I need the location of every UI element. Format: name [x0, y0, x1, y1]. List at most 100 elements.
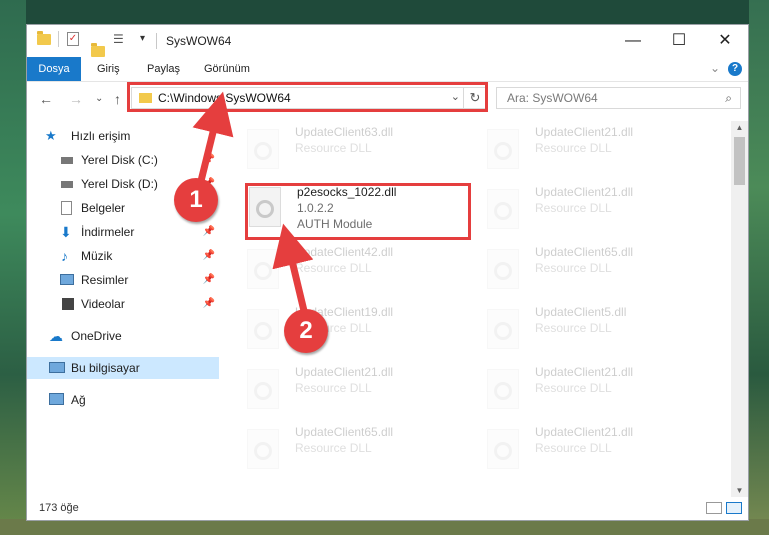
file-type: Resource DLL [295, 141, 372, 155]
dll-file-icon [487, 369, 519, 409]
ribbon-tabs: Dosya Giriş Paylaş Görünüm ⌄ ? [27, 57, 748, 82]
up-arrow-icon[interactable]: ↑ [114, 91, 121, 107]
dll-file-icon [247, 429, 279, 469]
scroll-down-icon[interactable]: ▼ [731, 486, 748, 495]
dll-file-icon [247, 369, 279, 409]
sidebar-item-local-disk-c[interactable]: Yerel Disk (C:) 📌 [27, 149, 219, 171]
list-item[interactable]: UpdateClient65.dll Resource DLL [245, 425, 465, 475]
minimize-button[interactable]: — [610, 25, 656, 57]
pin-icon[interactable]: 📌 [203, 245, 215, 267]
dll-file-icon [247, 249, 279, 289]
sidebar-item-this-pc[interactable]: Bu bilgisayar [27, 357, 219, 379]
sidebar-item-label: Bu bilgisayar [71, 361, 140, 375]
file-explorer-window: ✓ ☰ ▾ SysWOW64 — ☐ ✕ Dosya Giriş Paylaş … [26, 24, 749, 521]
list-item[interactable]: UpdateClient21.dll Resource DLL [245, 365, 465, 415]
file-name: UpdateClient21.dll [295, 365, 394, 379]
list-item[interactable]: UpdateClient21.dll Resource DLL [485, 425, 705, 475]
expand-ribbon-icon[interactable]: ⌄ [710, 61, 720, 75]
pin-icon[interactable]: 📌 [203, 221, 215, 243]
vertical-scrollbar[interactable]: ▲ ▼ [731, 121, 748, 497]
window-title: SysWOW64 [166, 34, 232, 48]
dll-file-icon [487, 309, 519, 349]
sidebar-item-label: Müzik [81, 249, 113, 263]
dll-file-icon [487, 249, 519, 289]
sidebar-item-pictures[interactable]: Resimler 📌 [27, 269, 219, 291]
document-icon [61, 201, 72, 215]
file-name: UpdateClient42.dll [295, 245, 394, 259]
callout-badge-1: 1 [174, 178, 218, 222]
sidebar-item-label: Yerel Disk (D:) [81, 177, 158, 191]
sidebar-item-network[interactable]: Ağ [27, 389, 219, 411]
sidebar-item-label: Belgeler [81, 201, 126, 215]
dll-file-icon [487, 189, 519, 229]
sidebar-item-music[interactable]: ♪ Müzik 📌 [27, 245, 219, 267]
file-name: UpdateClient5.dll [535, 305, 627, 319]
desktop-background-left [0, 0, 26, 535]
title-divider [156, 33, 157, 49]
customize-toolbar-icon[interactable]: ☰ [113, 32, 124, 46]
list-item[interactable]: UpdateClient63.dll Resource DLL [245, 125, 465, 175]
cloud-icon: ☁ [49, 328, 63, 344]
scrollbar-thumb[interactable] [734, 137, 745, 185]
tab-home[interactable]: Giriş [97, 57, 120, 81]
sidebar-item-videos[interactable]: Videolar 📌 [27, 293, 219, 315]
file-list: UpdateClient63.dll Resource DLL UpdateCl… [219, 121, 730, 497]
sidebar-item-label: Hızlı erişim [71, 129, 131, 143]
drive-icon [61, 181, 73, 188]
sidebar-item-downloads[interactable]: ⬇ İndirmeler 📌 [27, 221, 219, 243]
item-count: 173 öğe [39, 502, 79, 514]
file-highlight-box [245, 183, 471, 240]
recent-locations-icon[interactable]: ⌄ [95, 93, 103, 104]
search-placeholder: Ara: SysWOW64 [507, 91, 598, 105]
list-item[interactable]: UpdateClient21.dll Resource DLL [485, 185, 705, 235]
pin-icon[interactable]: 📌 [203, 293, 215, 315]
sidebar-item-onedrive[interactable]: ☁ OneDrive [27, 325, 219, 347]
large-icons-view-icon[interactable] [726, 502, 742, 514]
navigation-pane: ★ Hızlı erişim Yerel Disk (C:) 📌 Yerel D… [27, 121, 219, 497]
download-arrow-icon: ⬇ [60, 224, 72, 240]
file-type: Resource DLL [535, 201, 612, 215]
file-type: Resource DLL [295, 381, 372, 395]
file-name: UpdateClient21.dll [535, 125, 634, 139]
list-item[interactable]: UpdateClient5.dll Resource DLL [485, 305, 705, 355]
sidebar-item-label: Yerel Disk (C:) [81, 153, 158, 167]
sidebar-item-quick-access[interactable]: ★ Hızlı erişim [27, 125, 219, 147]
pin-icon[interactable]: 📌 [203, 149, 215, 171]
help-icon[interactable]: ? [728, 62, 742, 76]
tab-view[interactable]: Görünüm [204, 57, 250, 81]
folder-icon [37, 31, 51, 45]
network-icon [49, 393, 64, 405]
properties-icon[interactable]: ✓ [67, 32, 79, 46]
file-type: Resource DLL [535, 381, 612, 395]
tab-file[interactable]: Dosya [27, 57, 81, 81]
music-note-icon: ♪ [61, 248, 68, 264]
drive-icon [61, 157, 73, 164]
title-bar: ✓ ☰ ▾ SysWOW64 — ☐ ✕ [27, 25, 748, 57]
close-button[interactable]: ✕ [702, 25, 748, 57]
address-highlight-box [127, 82, 488, 112]
quick-access-dropdown-icon[interactable]: ▾ [140, 33, 145, 44]
list-item[interactable]: UpdateClient19.dll Resource DLL [245, 305, 465, 355]
new-folder-icon[interactable] [91, 43, 105, 57]
details-view-icon[interactable] [706, 502, 722, 514]
toolbar-divider [58, 31, 59, 47]
file-type: Resource DLL [535, 261, 612, 275]
maximize-button[interactable]: ☐ [656, 25, 702, 57]
sidebar-item-label: OneDrive [71, 329, 122, 343]
list-item[interactable]: UpdateClient21.dll Resource DLL [485, 125, 705, 175]
tab-share[interactable]: Paylaş [147, 57, 180, 81]
scroll-up-icon[interactable]: ▲ [731, 123, 748, 132]
list-item[interactable]: UpdateClient21.dll Resource DLL [485, 365, 705, 415]
list-item[interactable]: UpdateClient42.dll Resource DLL [245, 245, 465, 295]
search-icon: ⌕ [725, 91, 732, 105]
pin-icon[interactable]: 📌 [203, 269, 215, 291]
list-item[interactable]: UpdateClient65.dll Resource DLL [485, 245, 705, 295]
star-icon: ★ [45, 128, 57, 143]
address-bar-row: ← → ⌄ ↑ C:\Windows\SysWOW64 ⌄ ↻ Ara: Sys… [27, 82, 748, 116]
search-box[interactable]: Ara: SysWOW64 ⌕ [496, 87, 741, 109]
back-arrow-icon[interactable]: ← [39, 91, 53, 107]
picture-icon [60, 274, 74, 285]
file-type: Resource DLL [295, 441, 372, 455]
file-type: Resource DLL [295, 261, 372, 275]
forward-arrow-icon[interactable]: → [69, 91, 83, 107]
